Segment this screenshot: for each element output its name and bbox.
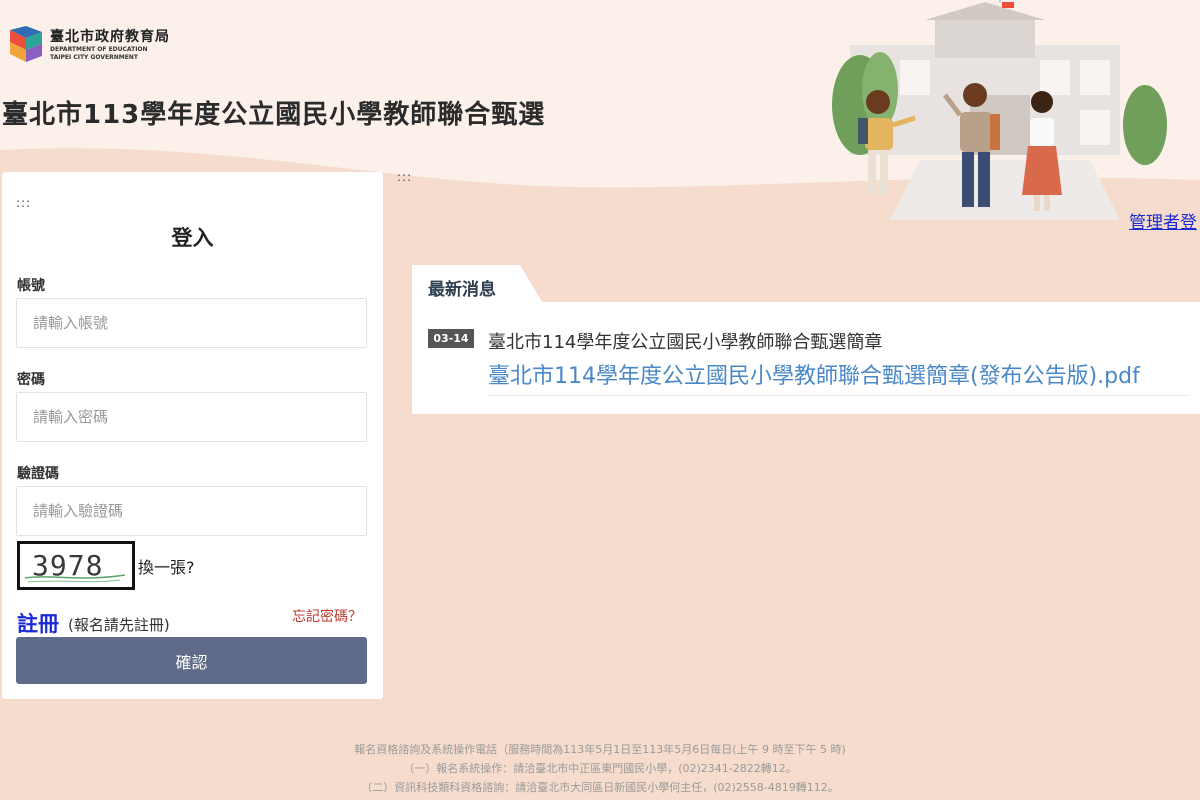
news-panel: 03-14 臺北市114學年度公立國民小學教師聯合甄選簡章 臺北市114學年度公… [412, 302, 1200, 414]
education-department-logo[interactable]: 臺北市政府教育局 DEPARTMENT OF EDUCATION TAIPEI … [8, 24, 170, 64]
site-title: 臺北市113學年度公立國民小學教師聯合甄選 [2, 100, 546, 130]
captcha-input[interactable] [16, 486, 367, 536]
login-title: 登入 [171, 226, 214, 250]
news-attachment-link[interactable]: 臺北市114學年度公立國民小學教師聯合甄選簡章(發布公告版).pdf [488, 358, 1140, 390]
page: 臺北市政府教育局 DEPARTMENT OF EDUCATION TAIPEI … [0, 0, 1200, 800]
captcha-image: 3978 [17, 541, 135, 590]
news-divider [488, 395, 1188, 396]
footer-line-3: （二）資訊科技類科資格諮詢：請洽臺北市大同區日新國民小學何主任，(02)2558… [361, 781, 839, 794]
news-date-badge: 03-14 [428, 329, 474, 348]
school-children-illustration [832, 0, 1167, 220]
captcha-label: 驗證碼 [17, 466, 59, 482]
register-link[interactable]: 註冊 [17, 608, 59, 638]
logo-chinese-name: 臺北市政府教育局 [50, 29, 170, 45]
footer-line-2: （一）報名系統操作：請洽臺北市中正區東門國民小學，(02)2341-2822轉1… [403, 762, 797, 775]
login-card: ::: 登入 帳號 密碼 驗證碼 3978 換一張? 註冊 (報名請先註冊) 忘… [2, 172, 383, 699]
password-label: 密碼 [17, 372, 45, 388]
news-item-title: 臺北市114學年度公立國民小學教師聯合甄選簡章 [488, 332, 883, 353]
submit-button[interactable]: 確認 [16, 637, 367, 684]
password-input[interactable] [16, 392, 367, 442]
drag-handle-icon: ::: [397, 170, 413, 184]
news-tab[interactable]: 最新消息 [412, 265, 544, 305]
admin-login-link[interactable]: 管理者登 [1129, 208, 1197, 233]
register-note: (報名請先註冊) [68, 616, 170, 634]
account-label: 帳號 [17, 278, 45, 294]
captcha-refresh-link[interactable]: 換一張? [138, 554, 195, 578]
logo-mark-icon [10, 26, 42, 62]
drag-handle-icon: ::: [16, 196, 32, 210]
captcha-code: 3978 [32, 549, 104, 582]
news-tab-label: 最新消息 [428, 280, 496, 300]
logo-english-line-2: TAIPEI CITY GOVERNMENT [50, 54, 138, 61]
logo-english-line-1: DEPARTMENT OF EDUCATION [50, 46, 148, 53]
forgot-password-link[interactable]: 忘記密碼？ [292, 606, 362, 626]
footer-contact-info: 報名資格諮詢及系統操作電話（服務時間為113年5月1日至113年5月6日每日(上… [0, 740, 1200, 797]
account-input[interactable] [16, 298, 367, 348]
footer-line-1: 報名資格諮詢及系統操作電話（服務時間為113年5月1日至113年5月6日每日(上… [354, 743, 846, 756]
